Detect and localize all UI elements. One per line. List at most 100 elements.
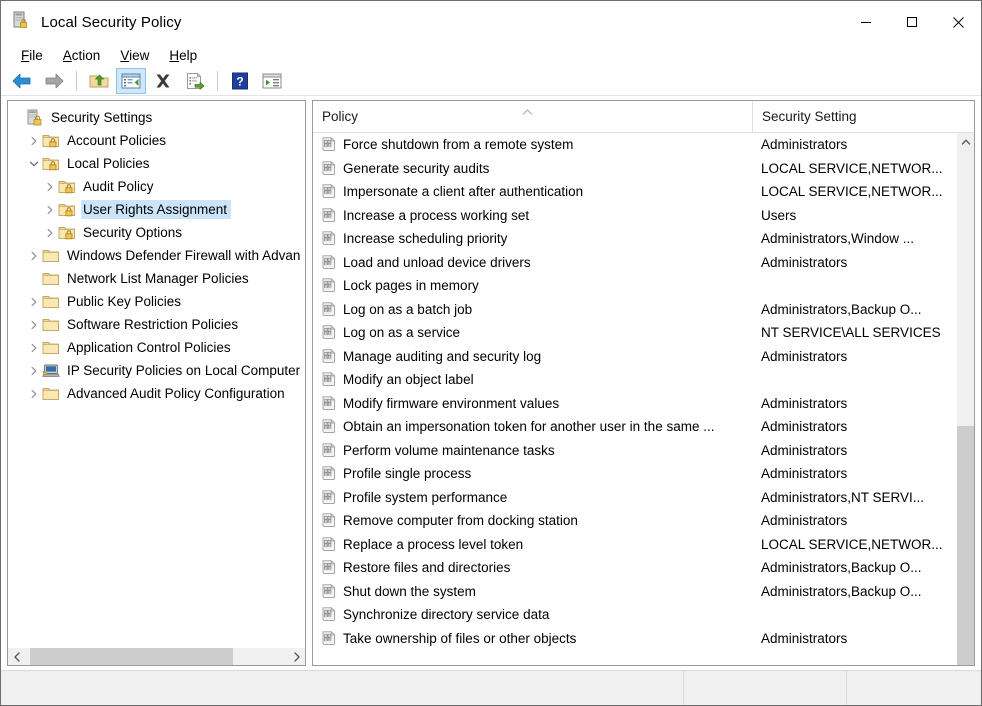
policy-name: Modify firmware environment values bbox=[343, 395, 560, 411]
policy-cell: 10 01 01 10 Synchronize directory service da… bbox=[313, 607, 752, 622]
plain-folder-icon bbox=[42, 270, 60, 288]
policy-rows[interactable]: 10 01 01 10 Force shutdown from a remote sys… bbox=[313, 133, 956, 665]
table-row[interactable]: 10 01 01 10 Restore files and directories Adm… bbox=[313, 556, 956, 580]
chevron-right-icon[interactable] bbox=[26, 359, 42, 382]
column-header-policy[interactable]: Policy bbox=[313, 101, 752, 132]
tree-item-network-list-manager-policies[interactable]: Network List Manager Policies bbox=[8, 267, 305, 290]
help-button[interactable]: ? bbox=[225, 68, 255, 94]
menu-view[interactable]: View bbox=[110, 46, 159, 65]
chevron-right-icon[interactable] bbox=[26, 336, 42, 359]
close-button[interactable] bbox=[935, 1, 981, 43]
up-one-level-button[interactable] bbox=[84, 68, 114, 94]
tree-item-application-control-policies[interactable]: Application Control Policies bbox=[8, 336, 305, 359]
chevron-right-icon[interactable] bbox=[42, 175, 58, 198]
svg-text:10: 10 bbox=[328, 143, 332, 147]
delete-button[interactable] bbox=[148, 68, 178, 94]
back-button[interactable] bbox=[7, 68, 37, 94]
tree-item-advanced-audit-policy-configuration[interactable]: Advanced Audit Policy Configuration bbox=[8, 382, 305, 405]
policy-name: Synchronize directory service data bbox=[343, 607, 550, 623]
policy-cell: 10 01 01 10 Impersonate a client after authe… bbox=[313, 184, 752, 199]
tree-item-security-options[interactable]: Security Options bbox=[8, 221, 305, 244]
menu-action[interactable]: Action bbox=[53, 46, 111, 65]
table-row[interactable]: 10 01 01 10 Profile system performance Admini… bbox=[313, 486, 956, 510]
chevron-up-icon[interactable] bbox=[957, 133, 974, 150]
tree-item-software-restriction-policies[interactable]: Software Restriction Policies bbox=[8, 313, 305, 336]
chevron-right-icon[interactable] bbox=[26, 382, 42, 405]
policy-name: Load and unload device drivers bbox=[343, 254, 531, 270]
show-hide-console-tree-button[interactable] bbox=[116, 68, 146, 94]
table-row[interactable]: 10 01 01 10 Obtain an impersonation token fo… bbox=[313, 415, 956, 439]
table-row[interactable]: 10 01 01 10 Modify firmware environment valu… bbox=[313, 392, 956, 416]
table-row[interactable]: 10 01 01 10 Shut down the system Administrato… bbox=[313, 580, 956, 604]
policy-cell: 10 01 01 10 Take ownership of files or other… bbox=[313, 630, 752, 646]
svg-text:10: 10 bbox=[328, 613, 332, 617]
svg-text:?: ? bbox=[236, 75, 243, 89]
chevron-right-icon[interactable] bbox=[26, 244, 42, 267]
chevron-right-icon[interactable] bbox=[26, 129, 42, 152]
table-row[interactable]: 10 01 01 10 Increase scheduling priority Admi… bbox=[313, 227, 956, 251]
menu-help[interactable]: Help bbox=[159, 46, 207, 65]
table-row[interactable]: 10 01 01 10 Synchronize directory service da… bbox=[313, 603, 956, 627]
table-row[interactable]: 10 01 01 10 Perform volume maintenance tasks… bbox=[313, 439, 956, 463]
policy-name: Perform volume maintenance tasks bbox=[343, 442, 555, 458]
chevron-right-icon[interactable] bbox=[42, 198, 58, 221]
table-row[interactable]: 10 01 01 10 Lock pages in memory bbox=[313, 274, 956, 298]
policy-name: Take ownership of files or other objects bbox=[343, 630, 577, 646]
chevron-right-icon[interactable] bbox=[288, 648, 305, 665]
console-tree[interactable]: Security Settings Account Policies Local P… bbox=[8, 101, 305, 647]
tree-item-ip-security-policies-on-local-computer[interactable]: IP Security Policies on Local Computer bbox=[8, 359, 305, 382]
svg-text:10: 10 bbox=[328, 331, 332, 335]
security-setting-cell: Administrators bbox=[761, 395, 848, 411]
tree-item-label: Security Settings bbox=[51, 110, 153, 125]
tree-hscroll-thumb[interactable] bbox=[30, 648, 233, 665]
console-tree-pane: Security Settings Account Policies Local P… bbox=[7, 100, 306, 666]
table-row[interactable]: 10 01 01 10 Force shutdown from a remote sys… bbox=[313, 133, 956, 157]
column-header-security-setting[interactable]: Security Setting bbox=[752, 101, 974, 132]
chevron-right-icon[interactable] bbox=[26, 313, 42, 336]
tree-item-user-rights-assignment[interactable]: User Rights Assignment bbox=[8, 198, 305, 221]
policy-name: Shut down the system bbox=[343, 583, 476, 599]
table-row[interactable]: 10 01 01 10 Modify an object label bbox=[313, 368, 956, 392]
tree-item-public-key-policies[interactable]: Public Key Policies bbox=[8, 290, 305, 313]
list-vscroll-track[interactable] bbox=[957, 150, 974, 665]
table-row[interactable]: 10 01 01 10 Remove computer from docking sta… bbox=[313, 509, 956, 533]
table-row[interactable]: 10 01 01 10 Impersonate a client after authe… bbox=[313, 180, 956, 204]
tree-item-account-policies[interactable]: Account Policies bbox=[8, 129, 305, 152]
table-row[interactable]: 10 01 01 10 Log on as a service NT SERVICE\AL… bbox=[313, 321, 956, 345]
forward-button[interactable] bbox=[39, 68, 69, 94]
toolbar: ? bbox=[1, 67, 981, 95]
security-setting-cell: Administrators,Backup O... bbox=[761, 301, 922, 317]
table-row[interactable]: 10 01 01 10 Replace a process level token LOC… bbox=[313, 533, 956, 557]
policy-folder-icon bbox=[42, 132, 60, 150]
table-row[interactable]: 10 01 01 10 Take ownership of files or other… bbox=[313, 627, 956, 651]
table-row[interactable]: 10 01 01 10 Generate security audits LOCAL SE… bbox=[313, 157, 956, 181]
chevron-right-icon[interactable] bbox=[26, 290, 42, 313]
maximize-button[interactable] bbox=[889, 1, 935, 43]
svg-text:10: 10 bbox=[328, 402, 332, 406]
table-row[interactable]: 10 01 01 10 Load and unload device drivers Ad… bbox=[313, 251, 956, 275]
export-list-button[interactable] bbox=[180, 68, 210, 94]
table-row[interactable]: 10 01 01 10 Log on as a batch job Administrat… bbox=[313, 298, 956, 322]
chevron-down-icon[interactable] bbox=[26, 152, 42, 175]
policy-item-icon: 10 01 01 10 bbox=[322, 184, 336, 199]
table-row[interactable]: 10 01 01 10 Manage auditing and security log… bbox=[313, 345, 956, 369]
chevron-right-icon[interactable] bbox=[42, 221, 58, 244]
tree-horizontal-scrollbar[interactable] bbox=[8, 647, 305, 665]
table-row[interactable]: 10 01 01 10 Profile single process Administra… bbox=[313, 462, 956, 486]
tree-item-label: Security Options bbox=[83, 225, 183, 240]
tree-item-audit-policy[interactable]: Audit Policy bbox=[8, 175, 305, 198]
tree-hscroll-track[interactable] bbox=[25, 648, 288, 665]
title-bar-left: Local Security Policy bbox=[1, 10, 182, 35]
tree-item-security-settings[interactable]: Security Settings bbox=[8, 106, 305, 129]
policy-name: Generate security audits bbox=[343, 160, 490, 176]
minimize-button[interactable] bbox=[843, 1, 889, 43]
tree-item-local-policies[interactable]: Local Policies bbox=[8, 152, 305, 175]
chevron-left-icon[interactable] bbox=[8, 648, 25, 665]
window-title: Local Security Policy bbox=[41, 13, 182, 31]
list-vertical-scrollbar[interactable] bbox=[956, 133, 974, 665]
menu-file[interactable]: File bbox=[11, 46, 53, 65]
table-row[interactable]: 10 01 01 10 Increase a process working set Us… bbox=[313, 204, 956, 228]
tree-item-windows-defender-firewall-with-advan[interactable]: Windows Defender Firewall with Advan bbox=[8, 244, 305, 267]
list-vscroll-thumb[interactable] bbox=[957, 426, 974, 665]
show-action-pane-button[interactable] bbox=[257, 68, 287, 94]
